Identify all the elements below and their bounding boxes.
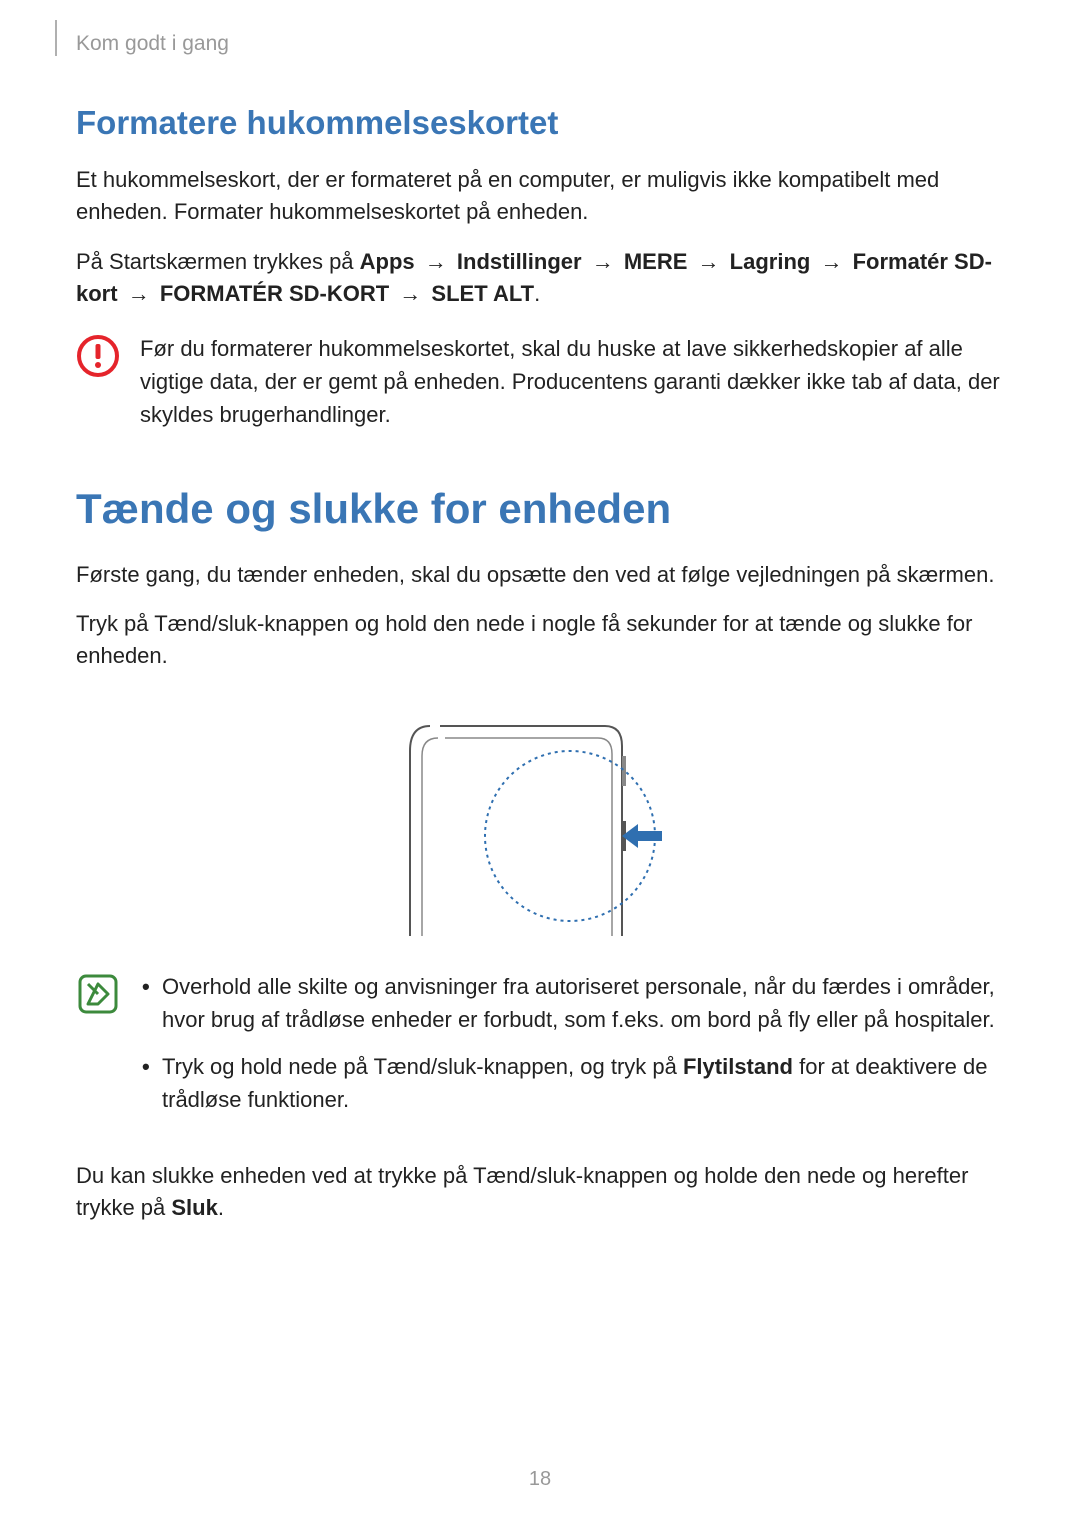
paragraph-power-off: Du kan slukke enheden ved at trykke på T… [76, 1160, 1004, 1224]
heading-format-memory: Formatere hukommelseskortet [76, 104, 1004, 142]
header-divider [55, 20, 57, 56]
note-item-2: Tryk og hold nede på Tænd/sluk-knappen, … [140, 1050, 1004, 1116]
warning-block: Før du formaterer hukommelseskortet, ska… [76, 332, 1004, 431]
power-off-b: . [218, 1195, 224, 1220]
note-icon [76, 970, 120, 1016]
paragraph-power-1: Første gang, du tænder enheden, skal du … [76, 559, 1004, 591]
nav-storage: Lagring [730, 249, 811, 274]
nav-delete-all: SLET ALT [431, 281, 534, 306]
note-block: Overhold alle skilte og anvisninger fra … [76, 970, 1004, 1130]
warning-icon [76, 332, 120, 378]
arrow-icon: → [124, 281, 154, 306]
note-item-2-bold: Flytilstand [683, 1054, 793, 1079]
warning-text: Før du formaterer hukommelseskortet, ska… [140, 332, 1004, 431]
nav-prefix: På Startskærmen trykkes på [76, 249, 360, 274]
paragraph-nav-path: På Startskærmen trykkes på Apps → Indsti… [76, 246, 1004, 310]
page-content: Kom godt i gang Formatere hukommelseskor… [0, 0, 1080, 1224]
arrow-icon: → [421, 249, 451, 274]
arrow-icon: → [816, 249, 846, 274]
page-number: 18 [0, 1468, 1080, 1491]
note-text: Overhold alle skilte og anvisninger fra … [140, 970, 1004, 1130]
arrow-icon: → [588, 249, 618, 274]
arrow-icon: → [694, 249, 724, 274]
period: . [534, 281, 540, 306]
nav-apps: Apps [360, 249, 415, 274]
figure-power-button [76, 696, 1004, 936]
arrow-icon: → [395, 281, 425, 306]
note-item-1: Overhold alle skilte og anvisninger fra … [140, 970, 1004, 1036]
nav-more: MERE [624, 249, 688, 274]
paragraph-power-2: Tryk på Tænd/sluk-knappen og hold den ne… [76, 608, 1004, 672]
breadcrumb: Kom godt i gang [76, 32, 1004, 56]
heading-power: Tænde og slukke for enheden [76, 485, 1004, 533]
nav-format-sd2: FORMATÉR SD-KORT [160, 281, 389, 306]
nav-settings: Indstillinger [457, 249, 582, 274]
note-list: Overhold alle skilte og anvisninger fra … [140, 970, 1004, 1116]
paragraph-format-intro: Et hukommelseskort, der er formateret på… [76, 164, 1004, 228]
note-item-2a: Tryk og hold nede på Tænd/sluk-knappen, … [162, 1054, 683, 1079]
power-off-bold: Sluk [171, 1195, 217, 1220]
